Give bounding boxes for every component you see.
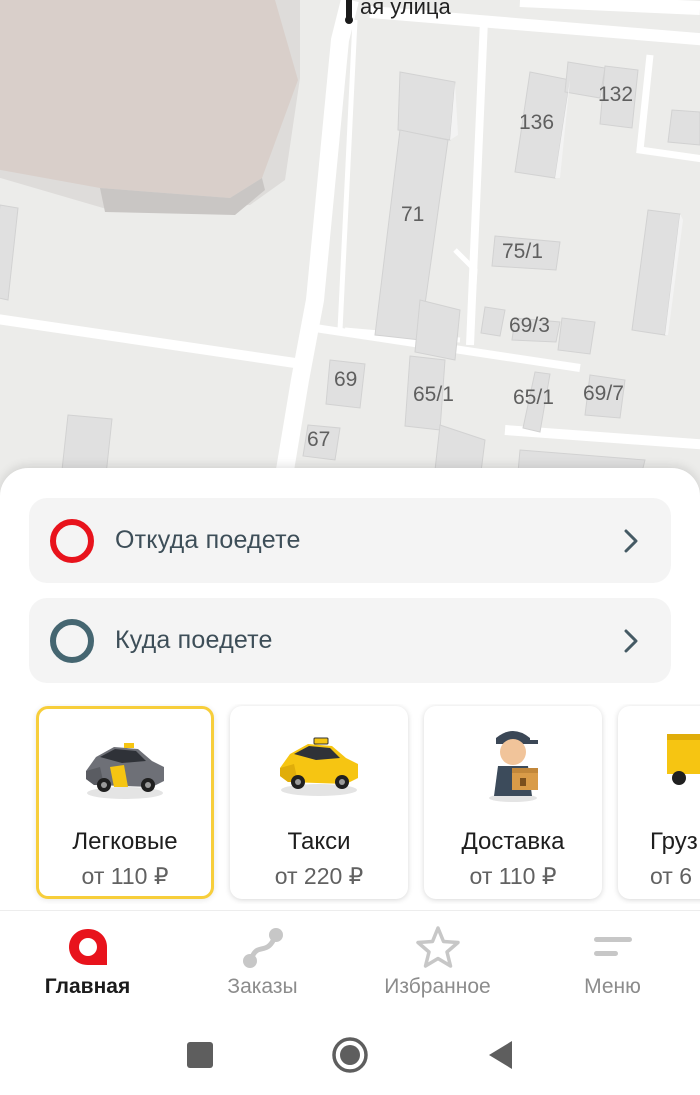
nav-label: Избранное [384,975,491,998]
house-number: 71 [401,203,425,226]
truck-icon [667,734,700,785]
house-number: 67 [307,428,331,451]
courier-icon [489,731,538,802]
street-label: ая улица [360,0,451,19]
map-view[interactable]: ая улица 132 136 71 75/1 69/3 69 65/1 65… [0,0,700,500]
nav-item-home[interactable]: Главная [0,911,175,1016]
tariff-price: от 6 [650,863,693,889]
tariff-price: от 110 ₽ [81,863,169,889]
tariff-card-delivery[interactable]: Доставка от 110 ₽ [424,706,602,899]
nav-item-orders[interactable]: Заказы [175,911,350,1016]
tariff-name: Такси [287,828,351,855]
destination-placeholder: Куда поедете [115,626,273,654]
tariff-price: от 110 ₽ [469,863,557,889]
tariff-price: от 220 ₽ [274,863,364,889]
nav-label: Меню [584,975,641,998]
house-number: 69/3 [509,314,550,337]
origin-placeholder: Откуда поедете [115,526,301,554]
nav-item-favorites[interactable]: Избранное [350,911,525,1016]
system-navigation-bar [0,1015,700,1095]
chevron-right-icon [624,629,638,653]
house-number: 69 [334,368,358,391]
house-number: 65/1 [413,383,454,406]
destination-field[interactable]: Куда поедете [29,598,671,683]
taxi-car-icon [280,737,358,796]
tariff-card-taxi[interactable]: Такси от 220 ₽ [230,706,408,899]
house-number: 65/1 [513,386,554,409]
tariff-name: Груз [650,828,698,855]
nav-label: Главная [44,975,131,998]
tariff-name: Доставка [461,828,565,855]
nav-item-menu[interactable]: Меню [525,911,700,1016]
house-number: 132 [598,83,634,106]
back-triangle-icon[interactable] [480,1035,520,1075]
menu-lines-icon [593,937,632,956]
tariff-name: Легковые [72,828,178,855]
origin-field[interactable]: Откуда поедете [29,498,671,583]
home-pin-icon [68,929,107,965]
house-number: 69/7 [583,382,624,405]
nav-label: Заказы [227,975,298,998]
passenger-car-icon [86,743,164,799]
bottom-sheet: Откуда поедете Куда поедете Легковые от … [0,468,700,1095]
star-icon [415,926,460,968]
home-circle-icon[interactable] [330,1035,370,1075]
recents-square-icon[interactable] [180,1035,220,1075]
tariff-carousel[interactable]: Легковые от 110 ₽ Такси от 220 ₽ Доставк… [0,704,700,904]
house-number: 75/1 [502,240,543,263]
destination-ring-icon [50,619,94,663]
map-canvas[interactable] [0,0,700,500]
route-orders-icon [242,928,283,968]
origin-ring-icon [50,519,94,563]
tariff-card-cargo[interactable]: Груз от 6 [618,706,700,899]
tariff-card-passenger[interactable]: Легковые от 110 ₽ [36,706,214,899]
chevron-right-icon [624,529,638,553]
house-number: 136 [519,111,555,134]
bottom-navigation: Главная Заказы Избранное Меню [0,910,700,1015]
